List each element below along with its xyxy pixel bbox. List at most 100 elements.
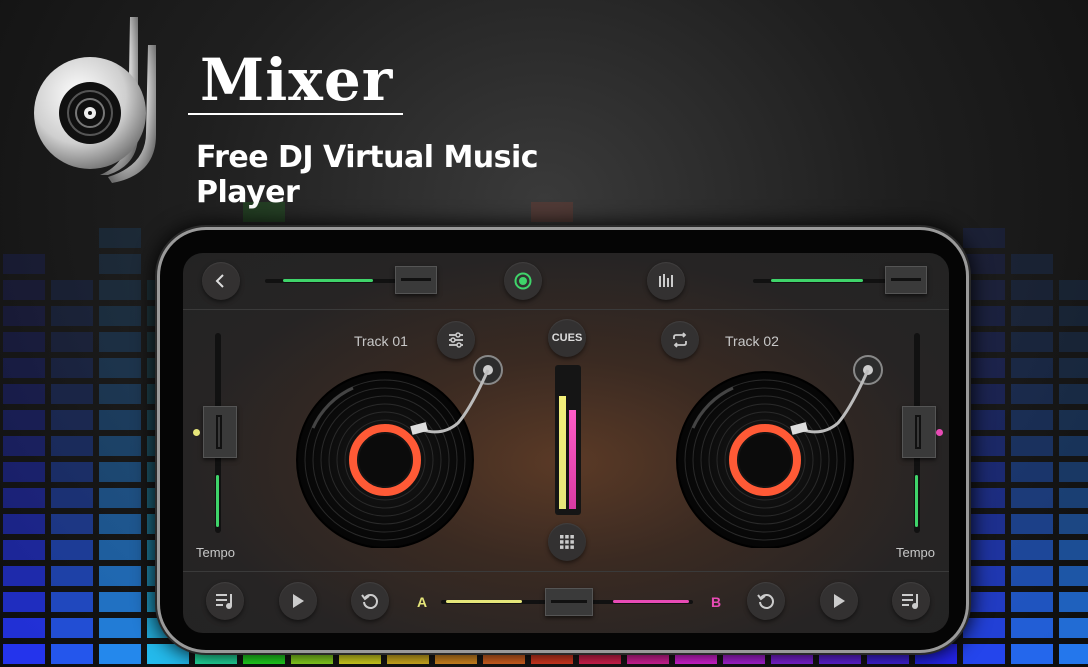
eq-cell — [1011, 462, 1053, 482]
back-button[interactable] — [202, 262, 240, 300]
eq-cell — [1059, 618, 1088, 638]
deck-a-volume-knob[interactable] — [395, 266, 437, 294]
eq-cell — [99, 566, 141, 586]
level-meter — [555, 365, 581, 515]
eq-cell — [51, 618, 93, 638]
eq-cell — [3, 514, 45, 534]
eq-cell — [51, 462, 93, 482]
eq-cell — [963, 566, 1005, 586]
eq-cell — [1011, 280, 1053, 300]
eq-cell — [3, 462, 45, 482]
eq-cell — [51, 436, 93, 456]
eq-cell — [51, 540, 93, 560]
eq-cell — [1059, 436, 1088, 456]
sliders-icon — [449, 332, 463, 348]
cues-button[interactable]: CUES — [548, 319, 586, 357]
deck-b-track-name: Track 02 — [725, 333, 779, 349]
eq-cell — [3, 566, 45, 586]
eq-cell — [51, 384, 93, 404]
eq-cell — [963, 228, 1005, 248]
deck-a-level-bar — [559, 396, 566, 509]
crossfader-fill-b — [613, 600, 689, 603]
crossfader-label-a: A — [417, 594, 428, 610]
eq-cell — [147, 644, 189, 664]
eq-cell — [99, 618, 141, 638]
deck-a-reset-button[interactable] — [351, 582, 389, 620]
equalizer-button[interactable] — [647, 262, 685, 300]
crossfader-label-b: B — [711, 594, 722, 610]
eq-cell — [1011, 384, 1053, 404]
crossfader-fill-a — [446, 600, 522, 603]
eq-cell — [3, 488, 45, 508]
app-tagline: Free DJ Virtual Music Player — [196, 140, 539, 210]
eq-cell — [963, 384, 1005, 404]
eq-cell — [99, 306, 141, 326]
deck-b-turntable[interactable] — [673, 348, 903, 548]
eq-cell — [3, 332, 45, 352]
eq-cell — [1059, 306, 1088, 326]
eq-cell — [963, 514, 1005, 534]
eq-cell — [99, 254, 141, 274]
eq-cell — [963, 280, 1005, 300]
play-icon — [293, 594, 304, 608]
eq-cell — [1059, 514, 1088, 534]
eq-cell — [1059, 410, 1088, 430]
deck-b-volume-fill — [771, 279, 863, 282]
eq-cell — [1011, 410, 1053, 430]
record-dot-icon — [514, 272, 532, 290]
dj-app-screen: Track 01 Track 02 Tempo Tempo CUES A B — [183, 253, 949, 633]
play-icon — [834, 594, 845, 608]
deck-b-tempo-fill — [915, 475, 918, 527]
eq-cell — [51, 306, 93, 326]
undo-icon — [757, 594, 774, 609]
eq-cell — [963, 462, 1005, 482]
eq-cell — [3, 644, 45, 664]
eq-cell — [99, 488, 141, 508]
deck-b-volume-knob[interactable] — [885, 266, 927, 294]
deck-a-tempo-fill — [216, 475, 219, 527]
equalizer-bars-icon — [659, 274, 673, 287]
eq-cell — [1059, 566, 1088, 586]
eq-cell — [51, 644, 93, 664]
eq-cell — [1011, 332, 1053, 352]
eq-cell — [99, 436, 141, 456]
app-logo: Mixer Free DJ Virtual Music Player — [30, 15, 590, 210]
eq-cell — [99, 384, 141, 404]
eq-cell — [99, 332, 141, 352]
eq-cell — [1011, 488, 1053, 508]
eq-cell — [1059, 280, 1088, 300]
deck-a-playlist-button[interactable] — [206, 582, 244, 620]
eq-cell — [3, 280, 45, 300]
dj-vinyl-logo-icon — [34, 17, 156, 183]
eq-cell — [1011, 566, 1053, 586]
deck-a-indicator-dot — [193, 429, 200, 436]
eq-cell — [51, 488, 93, 508]
eq-cell — [1059, 332, 1088, 352]
deck-b-play-button[interactable] — [820, 582, 858, 620]
deck-b-tempo-knob[interactable] — [902, 406, 936, 458]
deck-b-reset-button[interactable] — [747, 582, 785, 620]
crossfader-knob[interactable] — [545, 588, 593, 616]
eq-cell — [3, 410, 45, 430]
eq-cell — [963, 358, 1005, 378]
eq-cell — [1059, 462, 1088, 482]
eq-cell — [99, 592, 141, 612]
deck-a-turntable[interactable] — [293, 348, 523, 548]
record-button[interactable] — [504, 262, 542, 300]
eq-cell — [1011, 592, 1053, 612]
eq-cell — [1011, 644, 1053, 664]
playlist-icon — [216, 594, 232, 609]
eq-cell — [51, 566, 93, 586]
deck-a-track-name: Track 01 — [354, 333, 408, 349]
grid-button[interactable] — [548, 523, 586, 561]
deck-b-playlist-button[interactable] — [892, 582, 930, 620]
repeat-icon — [673, 332, 687, 348]
eq-cell — [1059, 358, 1088, 378]
chevron-left-icon — [215, 274, 224, 288]
eq-cell — [1059, 488, 1088, 508]
deck-a-play-button[interactable] — [279, 582, 317, 620]
deck-a-tempo-knob[interactable] — [203, 406, 237, 458]
deck-a-tempo-label: Tempo — [196, 545, 236, 560]
eq-cell — [51, 332, 93, 352]
app-name: Mixer — [200, 46, 394, 114]
